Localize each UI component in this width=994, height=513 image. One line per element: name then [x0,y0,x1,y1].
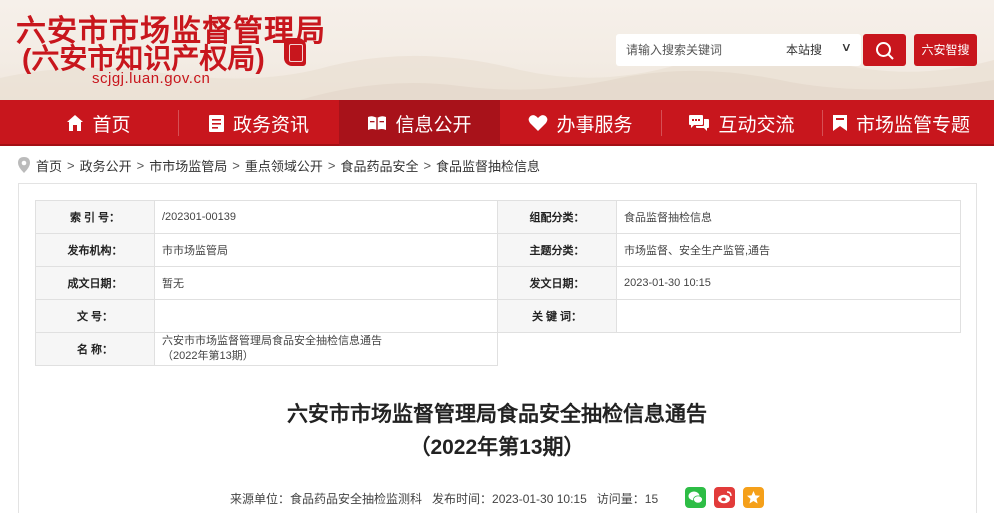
heart-icon [528,114,548,132]
created-date-value: 暂无 [154,266,498,300]
breadcrumb: 首页 > 政务公开 > 市市场监管局 > 重点领域公开 > 食品药品安全 > 食… [18,156,540,174]
site-url: scjgj.luan.gov.cn [92,70,211,87]
search-icon [876,42,894,60]
keywords-value [616,299,961,333]
nav-label: 互动交流 [718,114,795,136]
org-category-value: 食品监督抽检信息 [616,200,961,234]
article-subtitle: （2022年第13期） [409,436,585,459]
nav-label: 市场监管专题 [855,114,970,136]
nav-item-services[interactable]: 办事服务 [500,100,661,146]
published-date-label: 发文日期： [497,266,617,300]
location-pin-icon [18,157,30,173]
nav-label: 信息公开 [395,114,472,136]
article-info: 来源单位：食品药品安全抽检监测科 发布时间：2023-01-30 10:15 访… [230,490,668,507]
share-wechat-button[interactable] [685,487,706,508]
nav-item-interaction[interactable]: 互动交流 [661,100,822,146]
nav-item-home[interactable]: 首页 [18,100,179,146]
bookmark-icon [832,114,848,132]
doc-number-value [154,299,498,333]
open-book-icon [367,115,387,131]
name-value-line1: 六安市市场监督管理局食品安全抽检信息通告 [162,335,382,347]
nav-item-news[interactable]: 政务资讯 [178,100,339,146]
breadcrumb-separator: > [327,157,336,173]
org-category-label: 组配分类： [497,200,617,234]
search-box [616,34,861,66]
article-views: 访问量：15 [596,492,659,506]
search-button[interactable] [863,34,906,66]
table-row: 成文日期： 暂无 发文日期： 2023-01-30 10:15 [35,266,961,300]
table-row: 索 引 号： /202301-00139 组配分类： 食品监督抽检信息 [35,200,961,234]
wechat-icon [688,491,703,504]
nav-item-info-open[interactable]: 信息公开 [339,100,500,146]
name-value-line2: （2022年第13期） [162,350,254,362]
article-source: 来源单位：食品药品安全抽检监测科 [230,492,423,506]
topic-label: 主题分类： [497,233,617,267]
index-value: /202301-00139 [154,200,498,234]
nav-item-topics[interactable]: 市场监管专题 [816,100,986,146]
article-publish-time: 发布时间：2023-01-30 10:15 [432,492,587,506]
smart-search-button[interactable]: 六安智搜 [914,34,977,66]
article-title: 六安市市场监督管理局食品安全抽检信息通告 [287,403,707,426]
breadcrumb-separator: > [67,157,75,173]
search-scope-select[interactable]: 本站搜 [786,41,822,58]
keywords-label: 关 键 词： [497,299,617,333]
breadcrumb-bureau[interactable]: 市市场监管局 [149,156,227,175]
name-value: 六安市市场监督管理局食品安全抽检信息通告 （2022年第13期） [154,332,498,366]
breadcrumb-key-areas[interactable]: 重点领域公开 [245,156,323,175]
name-label: 名 称： [35,332,155,366]
topic-value: 市场监督、安全生产监管,通告 [616,233,961,267]
nav-label: 首页 [92,114,131,136]
table-row: 发布机构： 市市场监管局 主题分类： 市场监督、安全生产监管,通告 [35,233,961,267]
breadcrumb-separator: > [232,157,240,173]
search-input[interactable] [616,34,791,66]
table-row: 名 称： 六安市市场监督管理局食品安全抽检信息通告 （2022年第13期） [35,332,961,366]
table-row: 文 号： 关 键 词： [35,299,961,333]
breadcrumb-food-drug-safety[interactable]: 食品药品安全 [340,156,418,175]
main-nav: 首页 政务资讯 信息公开 办事服务 互动交流 市场监管专题 [0,100,994,146]
home-icon [66,114,84,132]
index-label: 索 引 号： [35,200,155,234]
share-weibo-button[interactable] [714,487,735,508]
document-icon [208,114,225,133]
doc-number-label: 文 号： [35,299,155,333]
publisher-value: 市市场监管局 [154,233,498,267]
breadcrumb-gov-open[interactable]: 政务公开 [80,156,132,175]
share-favorite-button[interactable] [743,487,764,508]
favorite-icon [747,491,760,504]
weibo-icon [718,491,732,504]
breadcrumb-separator: > [136,157,145,173]
nav-label: 政务资讯 [232,114,309,136]
published-date-value: 2023-01-30 10:15 [616,266,961,300]
chevron-down-icon[interactable]: ∨ [841,40,852,54]
chat-icon [688,114,710,132]
seal-stamp [284,38,306,66]
breadcrumb-home[interactable]: 首页 [36,156,62,175]
breadcrumb-separator: > [423,157,432,173]
breadcrumb-food-inspection[interactable]: 食品监督抽检信息 [436,156,540,175]
document-meta-table: 索 引 号： /202301-00139 组配分类： 食品监督抽检信息 发布机构… [35,200,961,366]
nav-label: 办事服务 [556,114,633,136]
created-date-label: 成文日期： [35,266,155,300]
publisher-label: 发布机构： [35,233,155,267]
